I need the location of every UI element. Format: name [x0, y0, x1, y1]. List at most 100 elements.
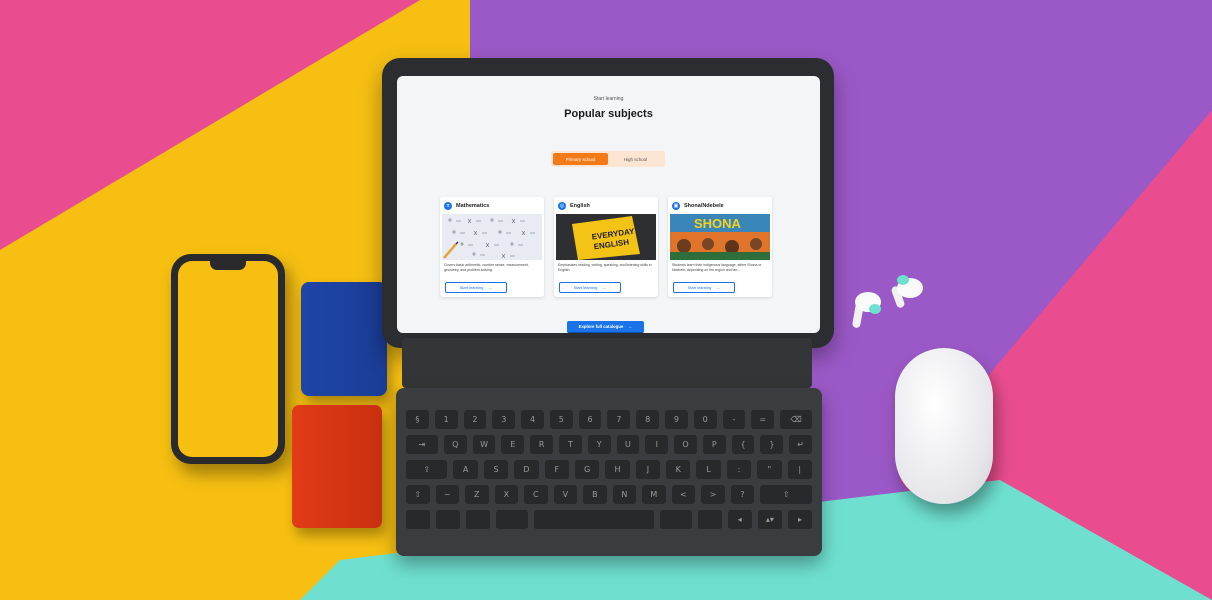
key[interactable]: 5: [549, 410, 573, 429]
key[interactable]: C: [524, 485, 548, 504]
phone-notch: [210, 261, 246, 270]
key[interactable]: J: [635, 460, 661, 479]
key[interactable]: ": [757, 460, 782, 479]
key[interactable]: >: [701, 485, 725, 504]
start-learning-button[interactable]: Start learning →: [559, 282, 621, 293]
key[interactable]: 4: [521, 410, 544, 429]
key-caps-lock[interactable]: ⇪: [406, 460, 448, 479]
key[interactable]: Z: [465, 485, 489, 504]
tablet-screen: Start learning Popular subjects Primary …: [397, 76, 820, 333]
key[interactable]: U: [616, 435, 640, 454]
key-shift-left[interactable]: ⇧: [406, 485, 430, 504]
key[interactable]: S: [483, 460, 509, 479]
key[interactable]: D: [514, 460, 539, 479]
subject-card-english[interactable]: ◎ English EVERYDAY ENGLISH Emphasises re…: [554, 197, 658, 297]
arrow-right-icon: →: [487, 284, 493, 291]
key[interactable]: E: [501, 435, 525, 454]
key[interactable]: Y: [587, 435, 611, 454]
key[interactable]: G: [574, 460, 600, 479]
shona-poster-image: SHONA: [670, 214, 770, 260]
key[interactable]: {: [731, 435, 755, 454]
keyboard-row: ◂ ▴▾ ▸: [406, 510, 812, 529]
key-control[interactable]: [436, 510, 461, 529]
card-description: Covers basic arithmetic, number sense, m…: [444, 263, 529, 272]
card-title: Mathematics: [456, 203, 490, 209]
key[interactable]: X: [494, 485, 519, 504]
key-tab[interactable]: ⇥: [406, 435, 438, 454]
earbud-right: [891, 275, 923, 308]
tablet: Start learning Popular subjects Primary …: [382, 58, 834, 348]
keyboard-row: ⇧ ~ Z X C V B N M < > ? ⇧: [406, 485, 812, 504]
explore-catalogue-button[interactable]: Explore full catalogue →: [567, 321, 644, 333]
key[interactable]: §: [406, 410, 429, 429]
button-label: Start learning: [687, 285, 712, 290]
pi-icon: π: [444, 202, 452, 210]
key-enter[interactable]: ↵: [789, 435, 813, 454]
wireless-earbuds: [852, 275, 923, 328]
keyboard-hinge: [402, 338, 812, 388]
school-level-tabs: Primary school High school: [551, 151, 665, 167]
tab-primary-school[interactable]: Primary school: [553, 153, 608, 165]
key[interactable]: 6: [578, 410, 602, 429]
key-arrow-left[interactable]: ◂: [727, 510, 752, 529]
key[interactable]: T: [559, 435, 582, 454]
subject-card-mathematics[interactable]: π Mathematics Covers basic arithmetic, n…: [440, 197, 544, 297]
key-command-right[interactable]: [660, 510, 692, 529]
key[interactable]: |: [787, 460, 812, 479]
blue-power-bank: [301, 282, 387, 396]
key-option-right[interactable]: [697, 510, 722, 529]
key[interactable]: A: [453, 460, 478, 479]
key[interactable]: O: [674, 435, 697, 454]
key[interactable]: 3: [492, 410, 516, 429]
key[interactable]: V: [553, 485, 578, 504]
keyboard-row: ⇥ Q W E R T Y U I O P { } ↵: [406, 435, 813, 454]
key[interactable]: I: [645, 435, 669, 454]
key-shift-right[interactable]: ⇧: [760, 485, 812, 504]
key[interactable]: W: [472, 435, 496, 454]
key-fn[interactable]: [406, 510, 431, 529]
key-space[interactable]: [533, 510, 655, 529]
key[interactable]: ~: [435, 485, 460, 504]
key[interactable]: F: [544, 460, 569, 479]
key[interactable]: Q: [443, 435, 467, 454]
key-command-left[interactable]: [496, 510, 528, 529]
key[interactable]: 0: [693, 410, 717, 429]
key[interactable]: 7: [607, 410, 631, 429]
key[interactable]: K: [666, 460, 691, 479]
key[interactable]: }: [760, 435, 784, 454]
key[interactable]: ?: [730, 485, 755, 504]
key[interactable]: -: [722, 410, 746, 429]
tab-high-school[interactable]: High school: [608, 153, 663, 165]
arrow-right-icon: →: [601, 284, 607, 291]
button-label: Start learning: [573, 285, 598, 290]
key[interactable]: N: [612, 485, 637, 504]
key[interactable]: 2: [463, 410, 487, 429]
key[interactable]: P: [702, 435, 726, 454]
red-power-bank: [292, 405, 382, 528]
start-learning-button[interactable]: Start learning →: [445, 282, 507, 293]
key[interactable]: 8: [636, 410, 660, 429]
key[interactable]: 1: [434, 410, 458, 429]
key[interactable]: 9: [665, 410, 688, 429]
phone-screen: [178, 261, 278, 457]
start-learning-button[interactable]: Start learning →: [673, 282, 735, 293]
key[interactable]: R: [530, 435, 554, 454]
globe-icon: ◎: [558, 202, 566, 210]
key[interactable]: :: [726, 460, 752, 479]
key[interactable]: =: [751, 410, 775, 429]
key[interactable]: M: [642, 485, 666, 504]
key[interactable]: L: [696, 460, 721, 479]
key[interactable]: <: [671, 485, 696, 504]
key-backspace[interactable]: ⌫: [780, 410, 813, 429]
earbud-left: [852, 292, 881, 328]
key-option[interactable]: [466, 510, 491, 529]
card-description: Emphasises reading, writing, speaking, a…: [558, 263, 652, 272]
key[interactable]: H: [605, 460, 630, 479]
keyboard-row: ⇪ A S D F G H J K L : " |: [406, 460, 812, 479]
subject-card-shona-ndebele[interactable]: ▣ Shona/Ndebele SHONA Students learn the…: [668, 197, 772, 297]
button-label: Explore full catalogue: [578, 324, 624, 329]
key-arrow-right[interactable]: ▸: [787, 510, 812, 529]
key[interactable]: B: [583, 485, 607, 504]
poster-text: SHONA: [694, 216, 742, 231]
key-arrow-up-down[interactable]: ▴▾: [757, 510, 782, 529]
